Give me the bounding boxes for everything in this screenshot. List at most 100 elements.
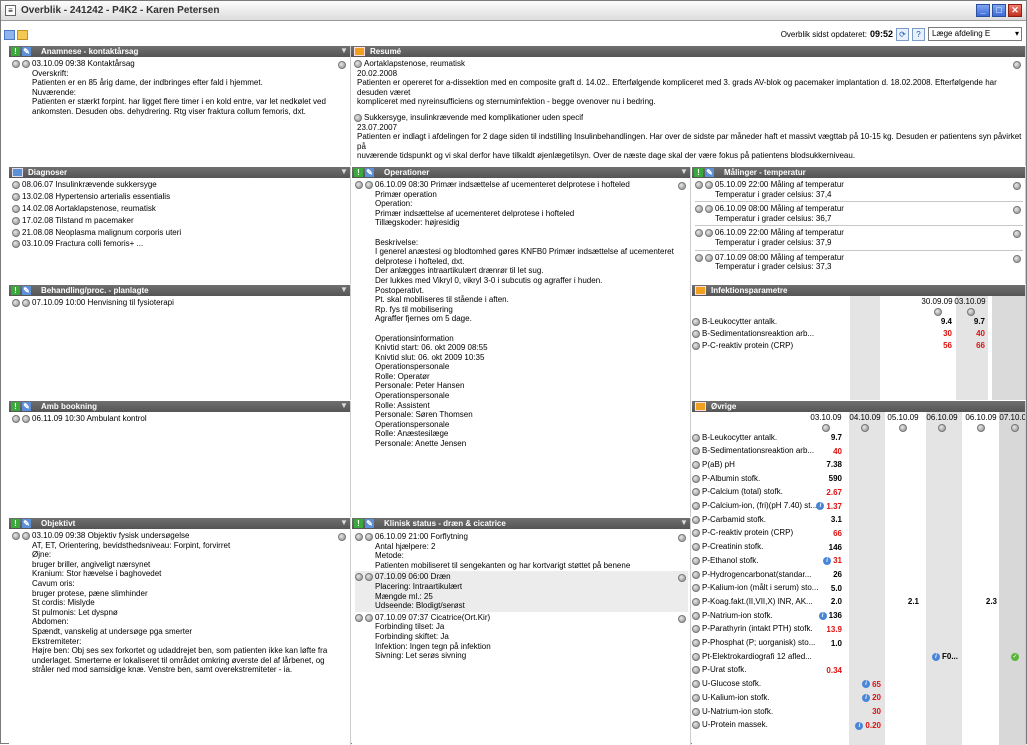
expand-icon[interactable] (695, 181, 703, 189)
expand-icon[interactable] (967, 308, 975, 316)
list-item[interactable]: 07.10.09 08:00 Måling af temperatur (695, 253, 1023, 263)
list-item[interactable]: 06.10.09 08:30 Primær indsættelse af uce… (355, 180, 688, 190)
more-icon[interactable] (1013, 182, 1021, 190)
info-icon[interactable]: i (818, 611, 827, 620)
list-item[interactable]: 03.10.09 09:38 Objektiv fysisk undersøge… (12, 531, 348, 541)
expand-icon[interactable] (934, 308, 942, 316)
filter-icon[interactable]: ▼ (340, 286, 348, 294)
list-item[interactable]: Aortaklapstenose, reumatisk (354, 59, 1023, 69)
list-item[interactable]: 06.10.09 08:00 Måling af temperatur (695, 204, 1023, 215)
expand-icon[interactable] (22, 60, 30, 68)
list-item[interactable]: 07.10.09 06:00 Dræn (355, 572, 688, 583)
calendar-icon[interactable] (17, 30, 28, 40)
table-row[interactable]: P-Urat stofk. (692, 665, 1025, 675)
expand-icon[interactable] (692, 666, 700, 675)
expand-icon[interactable] (355, 613, 363, 622)
expand-icon[interactable] (861, 424, 869, 432)
expand-icon[interactable] (12, 204, 20, 213)
expand-icon[interactable] (22, 415, 30, 423)
filter-icon[interactable]: ▼ (340, 168, 348, 176)
list-item[interactable]: 06.10.09 21:00 Forflytning (355, 532, 688, 542)
table-row[interactable]: P-Parathyrin (intakt PTH) stofk. (692, 624, 1025, 634)
expand-icon[interactable] (692, 529, 700, 538)
expand-icon[interactable] (695, 205, 703, 214)
expand-icon[interactable] (354, 113, 362, 122)
help-button[interactable]: ? (912, 27, 925, 41)
list-item[interactable]: 08.06.07 Insulinkrævende sukkersyge (12, 180, 348, 190)
list-item[interactable]: 03.10.09 09:38 Kontaktårsag (12, 59, 348, 69)
more-icon[interactable] (1013, 254, 1021, 263)
minimize-button[interactable]: _ (976, 4, 990, 17)
expand-icon[interactable] (692, 329, 700, 338)
table-row[interactable]: P-Albumin stofk. (692, 473, 1025, 483)
table-row[interactable]: P-Carbamid stofk. (692, 514, 1025, 524)
expand-icon[interactable] (692, 693, 700, 702)
list-item[interactable]: 14.02.08 Aortaklapstenose, reumatisk (12, 204, 348, 214)
expand-icon[interactable] (692, 317, 700, 326)
list-item[interactable]: 03.10.09 Fractura colli femoris+ ... (12, 239, 348, 249)
table-row[interactable]: P-Kalium-ion (målt i serum) sto... (692, 583, 1025, 593)
filter-icon[interactable]: ▼ (340, 402, 348, 410)
info-icon[interactable]: i (823, 557, 832, 566)
table-row[interactable]: B-Leukocytter antalk. (692, 432, 1025, 442)
expand-icon[interactable] (365, 181, 373, 189)
table-row[interactable]: P-C-reaktiv protein (CRP) (692, 528, 1025, 538)
maximize-button[interactable]: □ (992, 4, 1006, 17)
table-row[interactable]: B-Sedimentationsreaktion arb... (692, 446, 1025, 456)
expand-icon[interactable] (692, 460, 700, 469)
list-item[interactable]: 17.02.08 Tilstand m pacemaker (12, 216, 348, 226)
list-item[interactable]: 13.02.08 Hypertensio arterialis essentia… (12, 192, 348, 202)
expand-icon[interactable] (692, 556, 700, 565)
list-item[interactable]: 05.10.09 22:00 Måling af temperatur (695, 180, 1023, 190)
more-icon[interactable] (678, 574, 686, 583)
more-icon[interactable] (1013, 61, 1021, 69)
table-row[interactable]: P-Creatinin stofk. (692, 542, 1025, 552)
expand-icon[interactable] (12, 532, 20, 540)
info-icon[interactable]: i (862, 680, 871, 689)
expand-icon[interactable] (692, 680, 700, 689)
expand-icon[interactable] (692, 447, 700, 456)
expand-icon[interactable] (365, 533, 373, 541)
expand-icon[interactable] (692, 721, 700, 730)
expand-icon[interactable] (692, 515, 700, 524)
expand-icon[interactable] (695, 253, 703, 262)
expand-icon[interactable] (705, 229, 713, 238)
more-icon[interactable] (1013, 206, 1021, 215)
more-icon[interactable] (678, 614, 686, 623)
expand-icon[interactable] (12, 228, 20, 237)
more-icon[interactable] (338, 61, 346, 69)
expand-icon[interactable] (692, 341, 700, 350)
expand-icon[interactable] (12, 192, 20, 201)
table-row[interactable]: P-Calcium-ion, (fri)(pH 7.40) st... (692, 501, 1025, 511)
expand-icon[interactable] (355, 181, 363, 189)
table-row[interactable]: P-Hydrogencarbonat(standar... (692, 569, 1025, 579)
list-item[interactable]: Sukkersyge, insulinkrævende med komplika… (354, 113, 1023, 123)
expand-icon[interactable] (692, 543, 700, 552)
expand-icon[interactable] (22, 532, 30, 540)
table-row[interactable]: P-Ethanol stofk. (692, 555, 1025, 565)
expand-icon[interactable] (692, 611, 700, 620)
list-item[interactable]: 21.08.08 Neoplasma malignum corporis ute… (12, 228, 348, 238)
table-row[interactable]: P(aB) pH (692, 459, 1025, 469)
info-icon[interactable]: i (816, 502, 825, 511)
more-icon[interactable] (1013, 230, 1021, 239)
refresh-icon[interactable]: ⟳ (896, 27, 909, 41)
filter-icon[interactable]: ▼ (340, 47, 348, 55)
list-item[interactable]: 07.10.09 10:00 Henvisning til fysioterap… (12, 298, 348, 308)
expand-icon[interactable] (12, 240, 20, 249)
expand-icon[interactable] (355, 533, 363, 541)
expand-icon[interactable] (355, 573, 363, 582)
list-item[interactable]: 06.11.09 10:30 Ambulant kontrol (12, 414, 348, 424)
expand-icon[interactable] (22, 299, 30, 307)
filter-icon[interactable]: ▼ (680, 168, 688, 176)
expand-icon[interactable] (692, 570, 700, 579)
role-select[interactable]: Læge afdeling E (928, 27, 1022, 41)
list-item[interactable]: 07.10.09 07:37 Cicatrice(Ort.Kir) (355, 613, 688, 623)
expand-icon[interactable] (365, 573, 373, 582)
expand-icon[interactable] (12, 299, 20, 307)
expand-icon[interactable] (354, 60, 362, 68)
expand-icon[interactable] (692, 488, 700, 497)
more-icon[interactable] (338, 533, 346, 541)
more-icon[interactable] (678, 182, 686, 190)
info-icon[interactable]: i (862, 694, 871, 703)
